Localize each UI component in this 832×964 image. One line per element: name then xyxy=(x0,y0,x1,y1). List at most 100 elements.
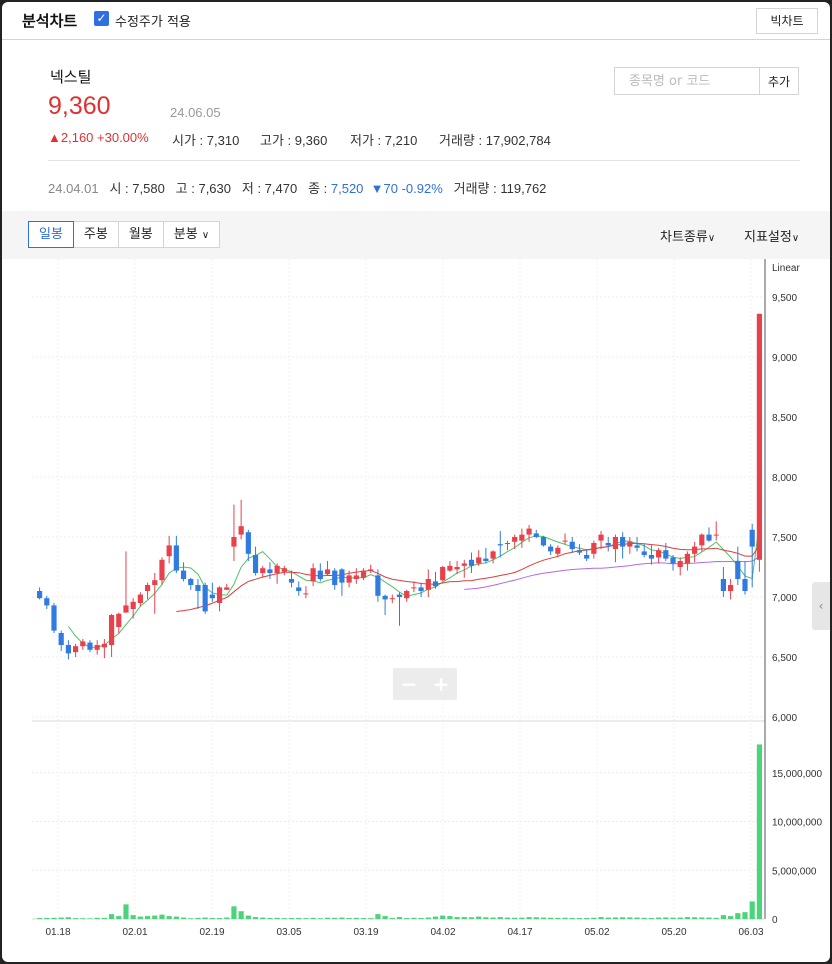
page-title: 분석차트 xyxy=(22,12,78,30)
chart-type-dropdown[interactable]: 차트종류∨ xyxy=(660,226,715,245)
candle-body xyxy=(454,567,460,570)
candle-body xyxy=(353,575,359,579)
zoom-controls: − + xyxy=(393,668,457,700)
volume-bar xyxy=(317,918,323,919)
volume-bar xyxy=(72,918,79,919)
volume-bar xyxy=(382,916,388,919)
candle-body xyxy=(684,553,691,564)
candle-body xyxy=(317,570,323,579)
volume-bar xyxy=(540,917,547,919)
chevron-down-icon: ∨ xyxy=(791,233,800,244)
volume-bar xyxy=(591,917,597,919)
volume-bar xyxy=(706,917,712,919)
open-price: 시가 : 7,310 xyxy=(172,133,240,148)
volume-bar xyxy=(274,917,280,919)
candle-body xyxy=(267,569,273,573)
volume-bar xyxy=(296,917,302,919)
candle-body xyxy=(296,587,302,591)
zoom-in-button[interactable]: + xyxy=(425,668,457,700)
volume-bar xyxy=(620,917,626,919)
volume-label: 거래량 xyxy=(439,133,475,148)
x-tick-label: 04.02 xyxy=(430,927,455,938)
candle-body xyxy=(159,559,165,581)
ma60-line xyxy=(464,556,760,590)
adjusted-price-label[interactable]: 수정주가 적용 xyxy=(115,11,191,30)
volume-bar xyxy=(468,917,475,919)
chevron-left-icon[interactable]: ‹ xyxy=(812,582,830,630)
candle-body xyxy=(303,593,309,595)
volume-bar xyxy=(454,917,460,919)
volume-bar xyxy=(656,917,662,919)
candle-body xyxy=(512,537,518,542)
candle-body xyxy=(260,568,266,573)
candle-body xyxy=(728,585,734,591)
candle-body xyxy=(677,561,683,567)
candle-body xyxy=(130,601,136,609)
cursor-close-label: 종 xyxy=(308,181,321,196)
cursor-volume-label: 거래량 xyxy=(453,181,490,196)
candle-body xyxy=(670,557,676,564)
open-label: 시가 xyxy=(172,133,196,148)
candle-body xyxy=(180,570,187,579)
zoom-out-button[interactable]: − xyxy=(393,668,425,700)
x-tick-label: 03.05 xyxy=(276,927,301,938)
chevron-down-icon: ∨ xyxy=(201,230,210,241)
candle-body xyxy=(101,643,107,648)
candle-body xyxy=(332,570,338,585)
candle-body xyxy=(396,594,403,597)
candle-body xyxy=(692,546,698,554)
candle-body xyxy=(461,563,467,566)
volume-bar xyxy=(281,918,287,919)
candle-body xyxy=(418,587,424,591)
candle-body xyxy=(51,605,57,631)
candle-body xyxy=(360,570,367,578)
volume-bar xyxy=(224,917,230,919)
period-tabs: 일봉 주봉 월봉 분봉 ∨ xyxy=(28,221,221,248)
stock-chart[interactable]: 6,000 6,500 7,000 7,500 8,000 8,500 9,000 9,500… xyxy=(2,259,830,962)
stock-search-input[interactable] xyxy=(614,67,760,95)
candle-body xyxy=(648,555,655,559)
volume-bar xyxy=(663,917,669,919)
candle-body xyxy=(274,565,280,573)
indicator-settings-dropdown[interactable]: 지표설정∨ xyxy=(744,226,799,245)
big-chart-button[interactable]: 빅차트 xyxy=(756,8,818,34)
candle-body xyxy=(569,541,575,549)
volume-tick-label: 5,000,000 xyxy=(772,866,817,877)
candle-body xyxy=(231,537,237,547)
candle-body xyxy=(216,587,223,603)
volume-bar xyxy=(670,917,676,919)
candle-body xyxy=(476,557,482,564)
price-tick-label: 7,500 xyxy=(772,533,797,544)
analysis-chart-window: 분석차트 ✓ 수정주가 적용 빅차트 넥스틸 9,360 24.06.05 ▲2… xyxy=(2,2,830,962)
candle-body xyxy=(641,551,647,555)
volume-bar xyxy=(101,917,107,919)
volume-bar xyxy=(389,918,395,919)
volume-bar xyxy=(418,918,424,919)
candle-body xyxy=(540,537,547,546)
tab-daily[interactable]: 일봉 xyxy=(28,221,74,248)
volume-bar xyxy=(324,917,331,919)
volume-bar xyxy=(65,917,71,919)
volume-bar xyxy=(339,917,345,919)
volume-bar xyxy=(130,915,136,919)
adjusted-price-checkbox[interactable]: ✓ xyxy=(94,11,109,26)
volume-bar xyxy=(188,918,194,919)
volume-value: 17,902,784 xyxy=(485,133,551,148)
volume-bar xyxy=(447,916,453,919)
tab-weekly[interactable]: 주봉 xyxy=(74,222,119,247)
add-stock-button[interactable]: 추가 xyxy=(759,67,799,95)
candle-body xyxy=(735,561,741,579)
candle-body xyxy=(195,585,201,591)
volume-bar xyxy=(504,917,511,919)
low-price: 저가 : 7,210 xyxy=(350,133,418,148)
candle-body xyxy=(188,579,194,585)
tab-monthly[interactable]: 월봉 xyxy=(119,222,164,247)
tab-minute[interactable]: 분봉 ∨ xyxy=(164,222,219,247)
volume-bar xyxy=(461,917,467,919)
high-label: 고가 xyxy=(260,133,284,148)
volume-bar xyxy=(605,917,611,919)
volume-bar xyxy=(720,915,727,919)
price-tick-label: 8,500 xyxy=(772,413,797,424)
volume-bar xyxy=(116,916,122,919)
candle-body xyxy=(576,550,583,553)
